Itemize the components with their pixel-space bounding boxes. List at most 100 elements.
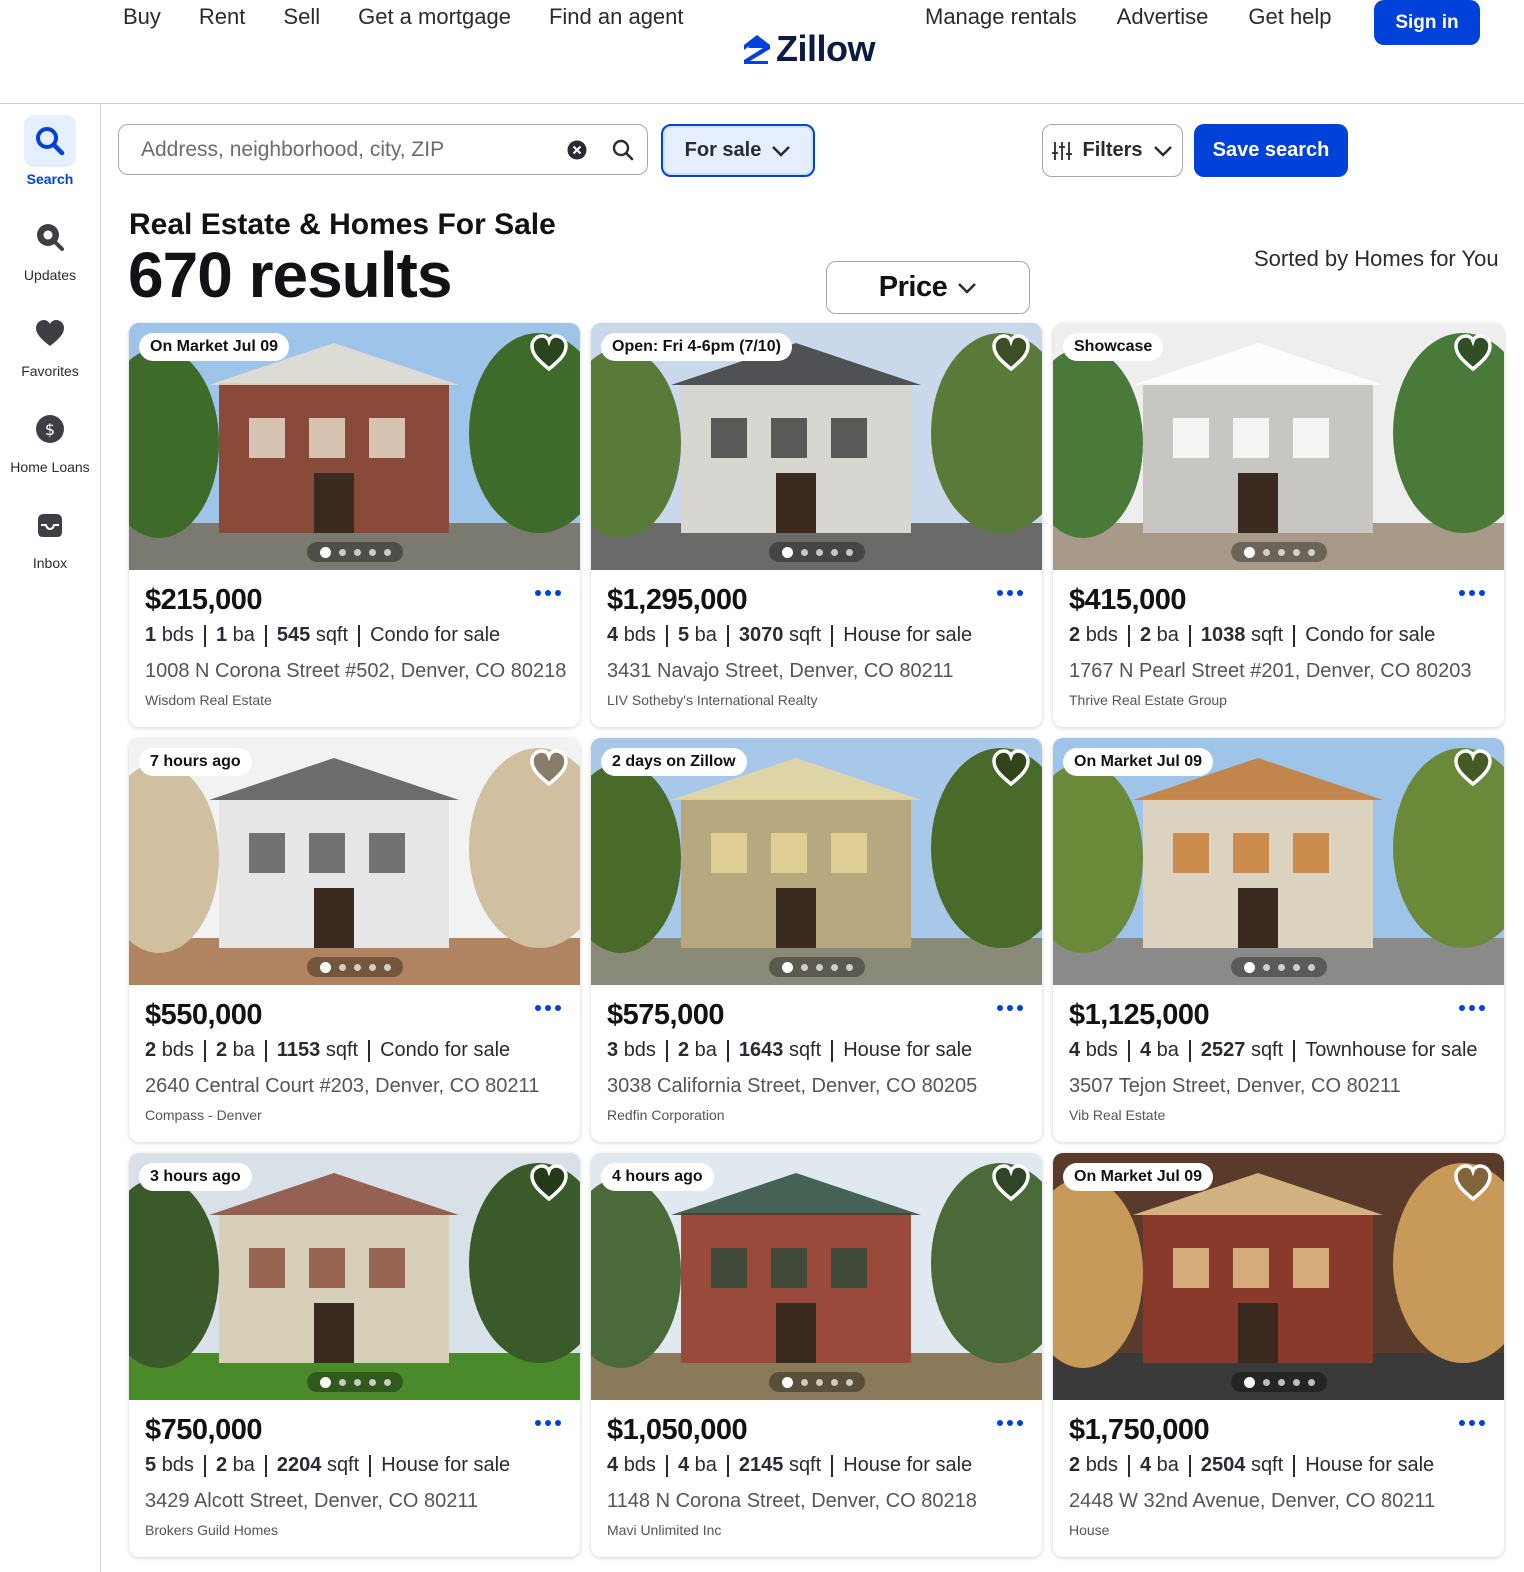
- listing-card[interactable]: 3 hours ago $750,000 5 bds 2 ba 2204 sqf…: [129, 1153, 580, 1557]
- listing-card[interactable]: Open: Fri 4-6pm (7/10) $1,295,000 4 bds …: [591, 323, 1042, 727]
- nav-get-help[interactable]: Get help: [1248, 4, 1331, 30]
- listing-address[interactable]: 3431 Navajo Street, Denver, CO 80211: [607, 660, 954, 683]
- listing-broker: LIV Sotheby's International Realty: [607, 692, 818, 708]
- more-options-icon[interactable]: [533, 1000, 563, 1016]
- listing-address[interactable]: 3429 Alcott Street, Denver, CO 80211: [145, 1490, 478, 1513]
- favorite-heart-icon[interactable]: [528, 333, 570, 373]
- listing-address[interactable]: 2448 W 32nd Avenue, Denver, CO 80211: [1069, 1490, 1435, 1513]
- listing-card[interactable]: 7 hours ago $550,000 2 bds 2 ba 1153 sqf…: [129, 738, 580, 1142]
- baths-value: 4: [1139, 1039, 1152, 1061]
- nav-manage-rentals[interactable]: Manage rentals: [925, 4, 1077, 30]
- sign-in-button[interactable]: Sign in: [1374, 0, 1480, 45]
- photo-carousel-dots[interactable]: [1231, 542, 1327, 562]
- listing-photo[interactable]: Open: Fri 4-6pm (7/10): [591, 323, 1042, 570]
- listing-photo[interactable]: Showcase: [1053, 323, 1504, 570]
- favorite-heart-icon[interactable]: [1452, 748, 1494, 788]
- more-options-icon[interactable]: [533, 1415, 563, 1431]
- listing-photo[interactable]: 4 hours ago: [591, 1153, 1042, 1400]
- listing-photo[interactable]: On Market Jul 09: [1053, 1153, 1504, 1400]
- save-search-button[interactable]: Save search: [1194, 124, 1348, 177]
- sidebar-item-favorites[interactable]: Favorites: [0, 307, 100, 379]
- listing-card[interactable]: Showcase $415,000 2 bds 2 ba 1038 sqft C…: [1053, 323, 1504, 727]
- listing-card[interactable]: On Market Jul 09 $1,750,000 2 bds 4 ba 2…: [1053, 1153, 1504, 1557]
- more-options-icon[interactable]: [995, 1415, 1025, 1431]
- listing-address[interactable]: 1767 N Pearl Street #201, Denver, CO 802…: [1069, 660, 1471, 683]
- listing-specs: 1 bds 1 ba 545 sqft Condo for sale: [145, 624, 500, 647]
- listing-photo[interactable]: 3 hours ago: [129, 1153, 580, 1400]
- sidebar-item-updates[interactable]: Updates: [0, 211, 100, 283]
- sidebar-item-home-loans[interactable]: $ Home Loans: [0, 403, 100, 475]
- listing-price: $575,000: [607, 999, 724, 1031]
- listing-card[interactable]: 2 days on Zillow $575,000 3 bds 2 ba 164…: [591, 738, 1042, 1142]
- listing-broker: Redfin Corporation: [607, 1107, 725, 1123]
- more-options-icon[interactable]: [1457, 1000, 1487, 1016]
- sort-selector[interactable]: Sorted by Homes for You: [1254, 246, 1499, 272]
- photo-carousel-dots[interactable]: [769, 542, 865, 562]
- favorite-heart-icon[interactable]: [528, 1163, 570, 1203]
- divider: [358, 624, 361, 647]
- baths-unit: ba: [232, 624, 255, 646]
- divider: [1188, 1454, 1191, 1477]
- listing-photo[interactable]: 2 days on Zillow: [591, 738, 1042, 985]
- sqft-unit: sqft: [1250, 1039, 1284, 1061]
- favorite-heart-icon[interactable]: [990, 1163, 1032, 1203]
- nav-buy[interactable]: Buy: [123, 4, 161, 30]
- primary-nav-left: Buy Rent Sell Get a mortgage Find an age…: [123, 4, 722, 30]
- photo-carousel-dots[interactable]: [307, 957, 403, 977]
- nav-get-a-mortgage[interactable]: Get a mortgage: [358, 4, 511, 30]
- sliders-icon: [1052, 141, 1073, 160]
- divider: [726, 1454, 729, 1477]
- more-options-icon[interactable]: [995, 1000, 1025, 1016]
- price-dropdown[interactable]: Price: [826, 261, 1030, 314]
- divider: [368, 1039, 371, 1062]
- baths-value: 2: [215, 1039, 228, 1061]
- listing-photo[interactable]: 7 hours ago: [129, 738, 580, 985]
- beds-value: 4: [607, 624, 619, 646]
- favorite-heart-icon[interactable]: [990, 748, 1032, 788]
- sidebar-item-inbox[interactable]: Inbox: [0, 499, 100, 571]
- search-input[interactable]: [141, 137, 551, 162]
- photo-carousel-dots[interactable]: [1231, 1372, 1327, 1392]
- more-options-icon[interactable]: [995, 585, 1025, 601]
- filters-dropdown[interactable]: Filters: [1042, 124, 1183, 177]
- photo-carousel-dots[interactable]: [769, 957, 865, 977]
- clear-search-icon[interactable]: [567, 140, 587, 160]
- photo-carousel-dots[interactable]: [307, 1372, 403, 1392]
- listing-photo[interactable]: On Market Jul 09: [129, 323, 580, 570]
- favorite-heart-icon[interactable]: [1452, 1163, 1494, 1203]
- listing-card[interactable]: On Market Jul 09 $215,000 1 bds 1 ba 545…: [129, 323, 580, 727]
- photo-carousel-dots[interactable]: [307, 542, 403, 562]
- listing-card[interactable]: On Market Jul 09 $1,125,000 4 bds 4 ba 2…: [1053, 738, 1504, 1142]
- photo-carousel-dots[interactable]: [1231, 957, 1327, 977]
- listing-address[interactable]: 3038 California Street, Denver, CO 80205: [607, 1075, 977, 1098]
- favorite-heart-icon[interactable]: [990, 333, 1032, 373]
- nav-find-an-agent[interactable]: Find an agent: [549, 4, 684, 30]
- nav-rent[interactable]: Rent: [199, 4, 245, 30]
- listing-specs: 3 bds 2 ba 1643 sqft House for sale: [607, 1039, 972, 1062]
- zillow-logo[interactable]: Zillow: [742, 28, 876, 70]
- beds-value: 2: [1069, 1454, 1081, 1476]
- for-sale-dropdown[interactable]: For sale: [661, 124, 815, 177]
- for-sale-label: For sale: [684, 139, 762, 161]
- divider: [665, 624, 668, 647]
- search-box: [118, 124, 648, 175]
- baths-unit: ba: [694, 624, 717, 646]
- search-submit-icon[interactable]: [612, 139, 634, 161]
- listing-card[interactable]: 4 hours ago $1,050,000 4 bds 4 ba 2145 s…: [591, 1153, 1042, 1557]
- more-options-icon[interactable]: [1457, 1415, 1487, 1431]
- more-options-icon[interactable]: [1457, 585, 1487, 601]
- nav-sell[interactable]: Sell: [283, 4, 320, 30]
- listing-address[interactable]: 1008 N Corona Street #502, Denver, CO 80…: [145, 660, 566, 683]
- sidebar-item-search[interactable]: Search: [0, 115, 100, 187]
- favorite-heart-icon[interactable]: [1452, 333, 1494, 373]
- photo-carousel-dots[interactable]: [769, 1372, 865, 1392]
- listing-address[interactable]: 2640 Central Court #203, Denver, CO 8021…: [145, 1075, 539, 1098]
- listing-address[interactable]: 1148 N Corona Street, Denver, CO 80218: [607, 1490, 977, 1513]
- listing-address[interactable]: 3507 Tejon Street, Denver, CO 80211: [1069, 1075, 1401, 1098]
- nav-advertise[interactable]: Advertise: [1117, 4, 1209, 30]
- listing-photo[interactable]: On Market Jul 09: [1053, 738, 1504, 985]
- listing-specs: 4 bds 4 ba 2145 sqft House for sale: [607, 1454, 972, 1477]
- favorite-heart-icon[interactable]: [528, 748, 570, 788]
- listing-price: $750,000: [145, 1414, 262, 1446]
- more-options-icon[interactable]: [533, 585, 563, 601]
